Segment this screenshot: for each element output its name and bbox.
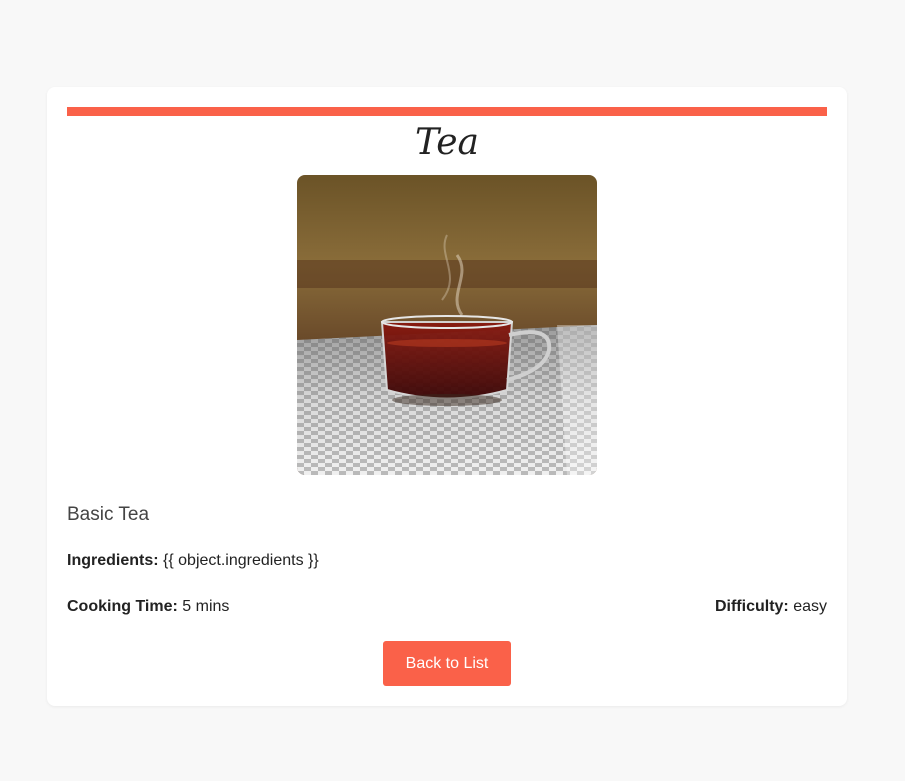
ingredients-row: Ingredients: {{ object.ingredients }} [67,552,319,570]
cooking-time-label: Cooking Time: [67,598,178,615]
recipe-image [297,175,597,475]
recipe-description: Basic Tea [67,504,150,525]
cooking-time-row: Cooking Time: 5 mins [67,598,229,616]
back-to-list-button[interactable]: Back to List [383,641,511,686]
difficulty-row: Difficulty: easy [715,598,827,616]
recipe-title: Tea [415,122,479,163]
ingredients-value: {{ object.ingredients }} [163,552,319,569]
recipe-card: Tea Basic Tea Ingredients: {{object.ing… [47,87,847,706]
accent-bar [67,107,827,116]
cooking-time-value: 5 mins [182,598,230,615]
difficulty-value: easy [793,598,827,615]
ingredients-label: Ingredients: [67,552,159,569]
difficulty-label: Difficulty: [714,598,789,615]
